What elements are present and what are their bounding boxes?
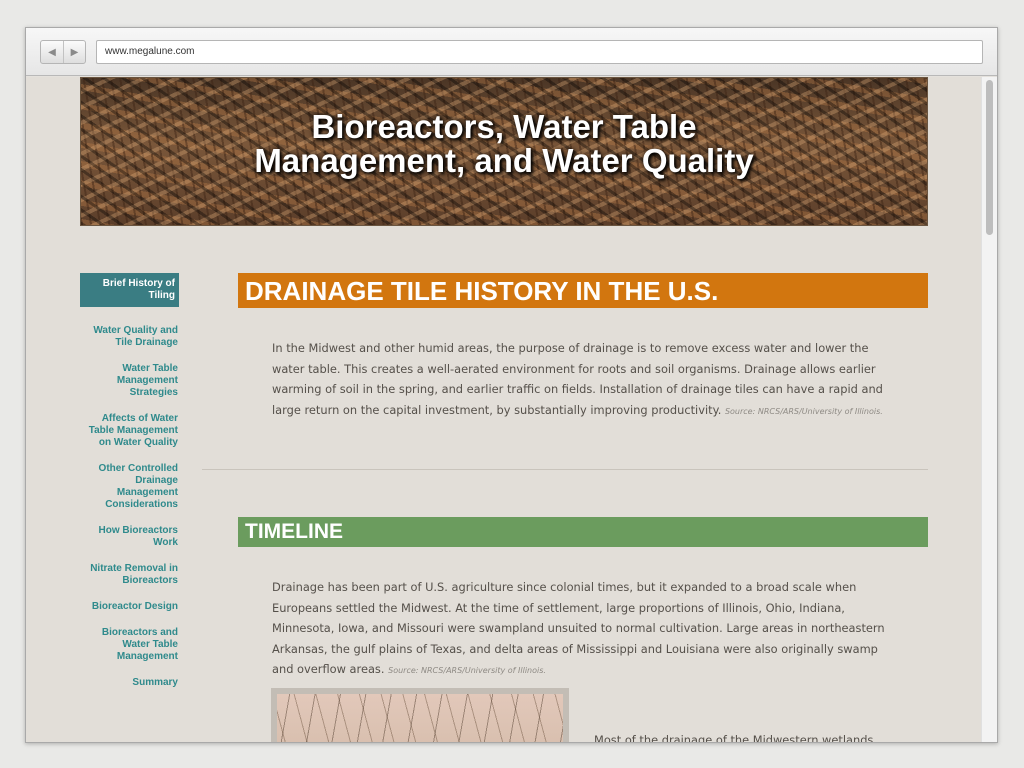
browser-toolbar: ◀ ▶ www.megalune.com bbox=[26, 28, 997, 76]
section-body-timeline: Drainage has been part of U.S. agricultu… bbox=[272, 577, 894, 682]
history-paragraph: In the Midwest and other humid areas, th… bbox=[272, 341, 883, 417]
header-banner: Bioreactors, Water Table Management, and… bbox=[80, 77, 928, 226]
section-divider bbox=[202, 469, 928, 470]
main-content: DRAINAGE TILE HISTORY IN THE U.S. In the… bbox=[202, 273, 928, 682]
nav-item-how-bioreactors-work[interactable]: How Bioreactors Work bbox=[80, 525, 179, 549]
sidebar-nav: Brief History of Tiling Water Quality an… bbox=[80, 273, 179, 703]
back-button[interactable]: ◀ bbox=[41, 41, 63, 63]
section-heading-history: DRAINAGE TILE HISTORY IN THE U.S. bbox=[238, 273, 928, 308]
nav-item-affects-water-quality[interactable]: Affects of Water Table Management on Wat… bbox=[80, 413, 179, 449]
page-title-line-1: Bioreactors, Water Table bbox=[311, 108, 697, 145]
scrollbar-thumb[interactable] bbox=[986, 80, 993, 235]
nav-item-water-table-strategies[interactable]: Water Table Management Strategies bbox=[80, 363, 179, 399]
page-title: Bioreactors, Water Table Management, and… bbox=[81, 110, 927, 178]
timeline-paragraph: Drainage has been part of U.S. agricultu… bbox=[272, 580, 885, 676]
browser-window: ◀ ▶ www.megalune.com Bioreactors, Water … bbox=[25, 27, 998, 743]
back-arrow-icon: ◀ bbox=[48, 46, 56, 58]
forward-arrow-icon: ▶ bbox=[70, 46, 79, 58]
section-body-history: In the Midwest and other humid areas, th… bbox=[272, 338, 894, 422]
nav-item-bioreactors-water-table[interactable]: Bioreactors and Water Table Management bbox=[80, 627, 179, 663]
address-bar[interactable]: www.megalune.com bbox=[96, 40, 983, 64]
history-source: Source: NRCS/ARS/University of Illinois. bbox=[724, 406, 883, 416]
nav-item-bioreactor-design[interactable]: Bioreactor Design bbox=[80, 601, 179, 613]
nav-item-other-considerations[interactable]: Other Controlled Drainage Management Con… bbox=[80, 463, 179, 511]
wetland-photo bbox=[271, 688, 569, 742]
nav-item-brief-history[interactable]: Brief History of Tiling bbox=[80, 273, 179, 307]
nav-item-summary[interactable]: Summary bbox=[80, 677, 179, 689]
photo-caption: Most of the drainage of the Midwestern w… bbox=[594, 733, 874, 743]
nav-button-group: ◀ ▶ bbox=[40, 40, 86, 64]
nav-item-water-quality[interactable]: Water Quality and Tile Drainage bbox=[80, 325, 179, 349]
section-heading-timeline: TIMELINE bbox=[238, 517, 928, 547]
vertical-scrollbar[interactable] bbox=[981, 77, 997, 742]
forward-button[interactable]: ▶ bbox=[62, 41, 85, 63]
timeline-source: Source: NRCS/ARS/University of Illinois. bbox=[388, 666, 546, 675]
nav-item-nitrate-removal[interactable]: Nitrate Removal in Bioreactors bbox=[80, 563, 179, 587]
page-title-line-2: Management, and Water Quality bbox=[254, 142, 754, 179]
page-viewport: Bioreactors, Water Table Management, and… bbox=[26, 77, 983, 743]
